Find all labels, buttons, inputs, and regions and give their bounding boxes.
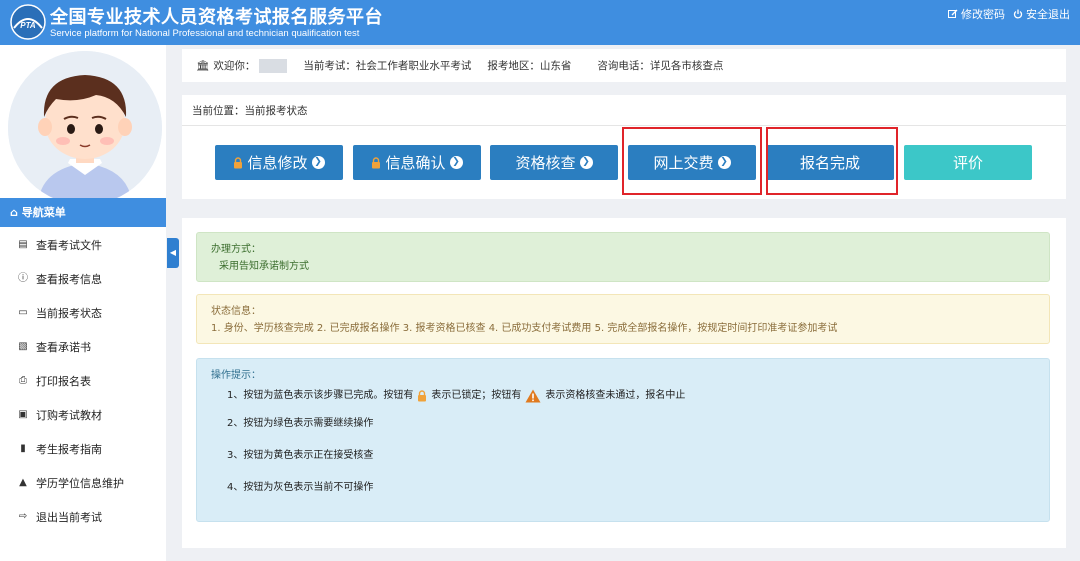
blurred-username (259, 58, 288, 73)
sidebar-item-label: 查看报考信息 (36, 273, 102, 286)
printer-icon: ⎙ (19, 375, 27, 386)
breadcrumb: 当前位置：当前报考状态 (192, 105, 308, 117)
change-password-label: 修改密码 (961, 8, 1005, 21)
book-icon: ▮ (20, 443, 26, 454)
graduation-cap-icon: ▲ (19, 477, 27, 488)
state-text: 1. 身份、学历核查完成 2. 已完成报名操作 3. 报考资格已核查 4. 已成… (211, 323, 838, 334)
sidebar-item-current-status[interactable]: ▭ 当前报考状态 (0, 296, 166, 330)
logo-text: PTA (20, 21, 36, 30)
lock-icon (234, 156, 243, 168)
home-icon: ⌂ (10, 206, 18, 219)
sign-out-icon: ⇨ (18, 511, 28, 522)
power-icon (1013, 9, 1023, 19)
logout-label: 安全退出 (1026, 8, 1070, 21)
divider (182, 125, 1066, 126)
top-header: PTA 全国专业技术人员资格考试报名服务平台 Service platform … (0, 0, 1080, 45)
info-icon: ⓘ (18, 273, 28, 284)
method-box: 办理方式： 采用告知承诺制方式 (196, 232, 1050, 282)
step-label: 资格核查 (515, 154, 576, 172)
consult-phone: 咨询电话：详见各市核查点 (597, 60, 724, 72)
cart-icon: ▣ (18, 409, 28, 420)
current-exam: 当前考试：社会工作者职业水平考试 (303, 60, 472, 72)
tips-title: 操作提示： (211, 370, 261, 381)
sidebar-item-label: 考生报考指南 (36, 443, 102, 456)
step-label: 信息修改 (247, 154, 308, 172)
tip-1-part-b: 表示已锁定；按钮有 (431, 390, 522, 401)
sidebar-item-exam-files[interactable]: ▤ 查看考试文件 (0, 228, 166, 262)
sidebar-item-order-books[interactable]: ▣ 订购考试教材 (0, 398, 166, 432)
arrow-right-circle-icon: ❯ (311, 156, 325, 169)
sidebar-item-label: 退出当前考试 (36, 511, 102, 524)
arrow-right-circle-icon: ❯ (449, 156, 463, 169)
change-password-link[interactable]: 修改密码 (948, 6, 1005, 22)
warning-icon (525, 389, 541, 403)
monitor-icon: ▭ (18, 307, 28, 318)
exam-region: 报考地区：山东省 (487, 60, 572, 72)
highlight-box-payment (622, 127, 762, 195)
sidebar-item-label: 打印报名表 (36, 375, 91, 388)
sidebar-item-label: 查看考试文件 (36, 239, 102, 252)
tip-1-part-a: 1、按钮为蓝色表示该步骤已完成。按钮有 (227, 390, 414, 401)
site-title: 全国专业技术人员资格考试报名服务平台 (50, 7, 383, 28)
step-evaluate-button[interactable]: 评价 (904, 145, 1032, 180)
sidebar: ⌂ 导航菜单 ▤ 查看考试文件 ⓘ 查看报考信息 ▭ 当前报考状态 ▧ 查看承诺… (0, 45, 166, 561)
highlight-box-complete (766, 127, 898, 195)
nav-list: ▤ 查看考试文件 ⓘ 查看报考信息 ▭ 当前报考状态 ▧ 查看承诺书 ⎙ 打印报… (0, 228, 166, 534)
sidebar-item-exam-info[interactable]: ⓘ 查看报考信息 (0, 262, 166, 296)
sidebar-item-label: 学历学位信息维护 (36, 477, 124, 490)
edit-icon (948, 9, 958, 18)
status-panel: 当前位置：当前报考状态 信息修改 ❯ 信息确认 ❯ 资格核查 ❯ 网上交费 ❯ … (182, 95, 1066, 199)
arrow-right-circle-icon: ❯ (579, 156, 593, 169)
sidebar-item-print-form[interactable]: ⎙ 打印报名表 (0, 364, 166, 398)
top-links: 修改密码 安全退出 (948, 6, 1070, 22)
welcome-greeting: 欢迎你： (213, 60, 256, 72)
lock-icon (372, 156, 381, 168)
lock-icon (418, 390, 427, 402)
sidebar-item-exit-exam[interactable]: ⇨ 退出当前考试 (0, 500, 166, 534)
sidebar-collapse-toggle[interactable]: ◀ (167, 238, 179, 268)
chevron-left-icon: ◀ (169, 248, 177, 257)
id-card-icon: ▧ (18, 341, 28, 352)
tip-1: 1、按钮为蓝色表示该步骤已完成。按钮有 表示已锁定；按钮有 表示资格核查未通过，… (227, 384, 1035, 408)
welcome-bar: 🏛 欢迎你： 当前考试：社会工作者职业水平考试 报考地区：山东省 咨询电话：详见… (182, 49, 1066, 82)
state-box: 状态信息： 1. 身份、学历核查完成 2. 已完成报名操作 3. 报考资格已核查… (196, 294, 1050, 344)
logout-link[interactable]: 安全退出 (1013, 6, 1070, 22)
step-qualification-check-button[interactable]: 资格核查 ❯ (490, 145, 618, 180)
bank-icon: 🏛 (196, 60, 210, 72)
tip-4: 4、按钮为灰色表示当前不可操作 (227, 482, 374, 493)
method-title: 办理方式： (211, 244, 261, 255)
sidebar-item-commitment[interactable]: ▧ 查看承诺书 (0, 330, 166, 364)
step-info-edit-button[interactable]: 信息修改 ❯ (215, 145, 343, 180)
avatar-illustration (8, 51, 162, 205)
step-label: 信息确认 (385, 154, 446, 172)
avatar (8, 51, 162, 205)
nav-menu-title: 导航菜单 (21, 206, 66, 219)
tip-3: 3、按钮为黄色表示正在接受核查 (227, 450, 374, 461)
tip-2: 2、按钮为绿色表示需要继续操作 (227, 418, 374, 429)
sidebar-item-guide[interactable]: ▮ 考生报考指南 (0, 432, 166, 466)
step-label: 评价 (952, 154, 983, 172)
nav-menu-header: ⌂ 导航菜单 (0, 198, 166, 227)
tip-1-part-c: 表示资格核查未通过，报名中止 (545, 390, 686, 401)
site-subtitle: Service platform for National Profession… (50, 28, 360, 39)
info-panel: 办理方式： 采用告知承诺制方式 状态信息： 1. 身份、学历核查完成 2. 已完… (182, 218, 1066, 548)
pta-logo-icon: PTA (10, 4, 46, 40)
sidebar-item-degree-info[interactable]: ▲ 学历学位信息维护 (0, 466, 166, 500)
sidebar-item-label: 当前报考状态 (36, 307, 102, 320)
sidebar-item-label: 查看承诺书 (36, 341, 91, 354)
state-title: 状态信息： (211, 306, 261, 317)
document-icon: ▤ (18, 239, 28, 250)
sidebar-item-label: 订购考试教材 (36, 409, 102, 422)
step-info-confirm-button[interactable]: 信息确认 ❯ (353, 145, 481, 180)
tips-box: 操作提示： 1、按钮为蓝色表示该步骤已完成。按钮有 表示已锁定；按钮有 表示资格… (196, 358, 1050, 522)
method-text: 采用告知承诺制方式 (219, 261, 309, 272)
